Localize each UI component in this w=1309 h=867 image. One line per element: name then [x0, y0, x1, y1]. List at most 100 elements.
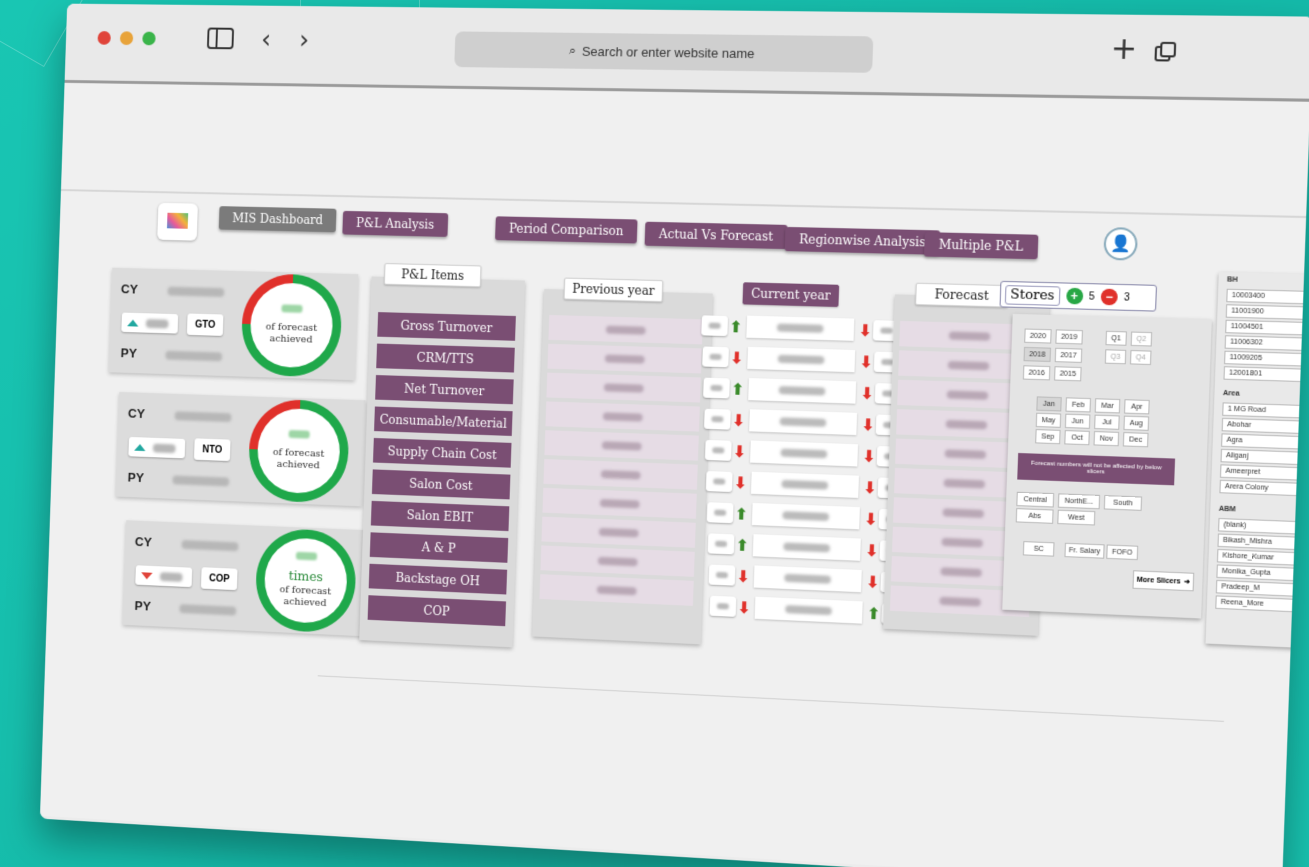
year-filter-chip[interactable]: 2018	[1023, 346, 1052, 362]
month-filter-chip[interactable]: Sep	[1035, 429, 1061, 445]
nav-tab-period-comparison[interactable]: Period Comparison	[495, 216, 638, 244]
pl-item-button[interactable]: Net Turnover	[375, 375, 514, 405]
kpi-change-badge	[135, 565, 193, 588]
kpi-py-value	[165, 350, 223, 362]
kpi-metric-tag[interactable]: NTO	[193, 438, 231, 462]
area-slicer-item[interactable]: Abohar	[1221, 417, 1308, 435]
bh-slicer-item[interactable]: 11004501	[1225, 319, 1309, 336]
abm-slicer-item[interactable]: Pradeep_M	[1215, 579, 1302, 598]
month-filter-chip[interactable]: Aug	[1123, 415, 1150, 431]
tabs-overview-icon[interactable]	[1152, 40, 1178, 72]
blurred-value	[716, 602, 730, 610]
change-chip	[706, 502, 734, 524]
quarter-filter-chip[interactable]: Q4	[1129, 350, 1152, 366]
forecast-progress-inner: of forecast achieved	[249, 282, 334, 369]
pl-item-button[interactable]: Consumable/Material	[374, 406, 513, 436]
year-filter-chip[interactable]: 2015	[1054, 366, 1082, 382]
year-filter-chip[interactable]: 2017	[1054, 347, 1083, 363]
store-type-filter-chip[interactable]: SC	[1022, 541, 1055, 557]
store-type-filter-chip[interactable]: Fr. Salary	[1064, 542, 1105, 559]
year-filter-chip[interactable]: 2020	[1024, 328, 1052, 344]
kpi-cy-label: CY	[134, 534, 153, 550]
value-row	[547, 343, 702, 374]
abm-slicer-item[interactable]: (blank)	[1218, 517, 1304, 535]
region-filter-chip[interactable]: NorthE...	[1057, 493, 1101, 510]
blurred-value	[946, 389, 988, 400]
sidebar-toggle-icon[interactable]	[206, 27, 235, 58]
bh-slicer-item[interactable]: 11006302	[1224, 335, 1309, 352]
month-filter-chip[interactable]: Nov	[1093, 431, 1120, 447]
more-slicers-button[interactable]: More Slicers ➜	[1132, 570, 1195, 592]
abm-slicer-item[interactable]: Reena_More	[1215, 595, 1301, 613]
pl-item-button[interactable]: Supply Chain Cost	[372, 437, 512, 468]
quarter-filter-chip[interactable]: Q3	[1104, 349, 1127, 365]
address-bar[interactable]: ⌕ Search or enter website name	[454, 31, 874, 73]
month-filter-chip[interactable]: Feb	[1065, 397, 1092, 413]
quarter-filter-chip[interactable]: Q1	[1105, 330, 1127, 346]
kpi-metric-tag[interactable]: COP	[200, 567, 238, 591]
stores-selector[interactable]: Stores + 5 − 3	[999, 280, 1158, 312]
nav-tab-multiple-p-l[interactable]: Multiple P&L	[923, 232, 1039, 260]
kpi-change-badge	[128, 436, 186, 459]
kpi-change-value	[145, 318, 169, 328]
blurred-value	[785, 605, 832, 616]
year-filter-chip[interactable]: 2016	[1022, 365, 1051, 381]
blurred-value	[944, 448, 986, 459]
close-window-button[interactable]	[97, 31, 111, 45]
user-avatar-icon[interactable]: 👤	[1103, 227, 1138, 261]
area-slicer-item[interactable]: Arera Colony	[1219, 479, 1306, 497]
pl-item-button[interactable]: CRM/TTS	[376, 343, 515, 373]
minimize-window-button[interactable]	[119, 31, 134, 46]
month-filter-chip[interactable]: May	[1035, 412, 1062, 428]
region-filter-chip[interactable]: West	[1057, 509, 1096, 526]
blurred-value	[939, 566, 982, 577]
arrow-right-icon: ➜	[1183, 578, 1191, 587]
add-stores-icon[interactable]: +	[1065, 287, 1083, 305]
month-filter-chip[interactable]: Dec	[1122, 432, 1149, 448]
bh-slicer-item[interactable]: 12001801	[1223, 366, 1309, 383]
region-filter-chip[interactable]: Abs	[1015, 508, 1054, 524]
bh-slicer-item[interactable]: 10003400	[1226, 288, 1309, 305]
back-arrow-icon[interactable]: ‹	[261, 25, 272, 54]
nav-tab-mis-dashboard[interactable]: MIS Dashboard	[218, 206, 337, 233]
current-year-value	[753, 565, 862, 593]
nav-tab-p-l-analysis[interactable]: P&L Analysis	[342, 210, 449, 237]
nav-tab-regionwise-analysis[interactable]: Regionwise Analysis	[784, 226, 941, 255]
forward-arrow-icon[interactable]: ›	[299, 26, 310, 56]
bh-slicer-item[interactable]: 11009205	[1224, 350, 1309, 367]
area-slicer-item[interactable]: 1 MG Road	[1222, 402, 1308, 419]
month-filter-chip[interactable]: Jun	[1064, 413, 1091, 429]
blurred-value	[600, 469, 641, 480]
area-slicer-item[interactable]: Agra	[1221, 433, 1307, 450]
new-tab-plus-icon[interactable]: +	[1110, 31, 1138, 67]
abm-slicer-item[interactable]: Kishore_Kumar	[1216, 548, 1303, 566]
nav-tab-actual-vs-forecast[interactable]: Actual Vs Forecast	[644, 221, 788, 250]
abm-slicer-item[interactable]: Bikash_Mishra	[1217, 533, 1304, 551]
kpi-change-value	[152, 443, 176, 453]
area-slicer-item[interactable]: Aliganj	[1220, 448, 1307, 466]
blurred-value	[880, 327, 893, 334]
abm-slicer-item[interactable]: Monika_Gupta	[1216, 564, 1303, 582]
bh-slicer-item[interactable]: 11001900	[1225, 304, 1309, 321]
month-filter-chip[interactable]: Oct	[1064, 430, 1090, 446]
month-filter-chip[interactable]: Apr	[1124, 399, 1150, 415]
region-filter-chip[interactable]: Central	[1016, 491, 1055, 508]
month-filter-chip[interactable]: Mar	[1094, 398, 1121, 414]
store-type-filter-chip[interactable]: FOFO	[1106, 544, 1139, 561]
arrow-down-icon: ⬇	[732, 441, 747, 461]
month-filter-chip[interactable]: Jul	[1094, 414, 1120, 430]
blurred-value	[777, 354, 825, 365]
month-filter-chip[interactable]: Jan	[1036, 396, 1062, 412]
region-filter-chip[interactable]: South	[1103, 495, 1143, 511]
blurred-value	[780, 448, 828, 459]
more-slicers-label: More Slicers	[1136, 576, 1181, 586]
current-year-value	[747, 346, 856, 373]
quarter-filter-chip[interactable]: Q2	[1130, 331, 1153, 347]
kpi-py-label: PY	[134, 598, 152, 614]
remove-stores-icon[interactable]: −	[1100, 288, 1119, 306]
area-slicer-item[interactable]: Ameerpret	[1219, 464, 1306, 481]
maximize-window-button[interactable]	[142, 31, 156, 46]
year-filter-chip[interactable]: 2019	[1055, 329, 1083, 345]
kpi-metric-tag[interactable]: GTO	[186, 313, 224, 336]
pl-item-button[interactable]: Gross Turnover	[377, 312, 516, 341]
